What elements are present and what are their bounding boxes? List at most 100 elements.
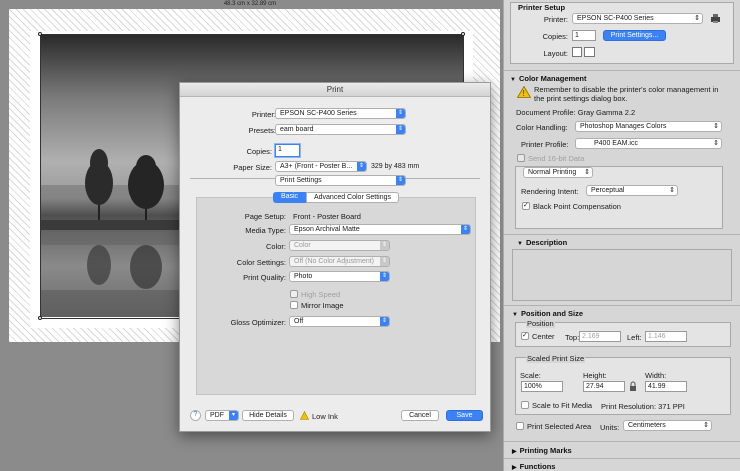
disclosure-triangle-icon: ▼: [510, 77, 516, 83]
position-size-title[interactable]: ▼ Position and Size: [512, 309, 583, 318]
print-quality-select[interactable]: Photo ⇕: [289, 271, 390, 282]
gloss-optimizer-select[interactable]: Off ⇕: [289, 316, 390, 327]
print-dialog: Print Printer: EPSON SC-P400 Series ⇕ Pr…: [179, 82, 491, 432]
copies-input[interactable]: 1: [275, 144, 300, 157]
dialog-titlebar[interactable]: Print: [180, 83, 490, 97]
paper-dimensions-label: 48.3 cm x 32.89 cm: [223, 1, 277, 7]
paper-size-select[interactable]: A3+ (Front - Poster B... ⇕: [275, 161, 367, 172]
description-label: Description: [525, 238, 568, 247]
setup-printer-select[interactable]: EPSON SC-P400 Series ⇕: [572, 13, 703, 24]
description-title[interactable]: ▼ Description: [517, 238, 567, 247]
color-settings-select[interactable]: Off (No Color Adjustment) ⇕: [289, 256, 390, 267]
chevron-updown-icon: ⇕: [713, 123, 719, 130]
color-management-label: Color Management: [518, 74, 587, 83]
printer-profile-select[interactable]: P400 EAM.icc ⇕: [575, 138, 722, 149]
rendering-intent-select[interactable]: Perceptual ⇕: [586, 185, 678, 196]
color-settings-select-value: Off (No Color Adjustment): [294, 258, 375, 265]
setup-printer-select-value: EPSON SC-P400 Series: [577, 15, 654, 22]
presets-label: Presets:: [248, 126, 276, 135]
media-type-select[interactable]: Epson Archival Matte ⇕: [289, 224, 471, 235]
chevron-updown-icon: ⇕: [380, 317, 389, 326]
center-label: Center: [532, 332, 555, 341]
scale-input[interactable]: 100%: [521, 381, 563, 392]
scale-label: Scale:: [520, 371, 541, 380]
left-label: Left:: [627, 333, 642, 342]
color-settings-label: Color Settings:: [236, 258, 286, 267]
high-speed-label: High Speed: [301, 290, 341, 299]
printing-marks-label: Printing Marks: [519, 446, 572, 455]
normal-printing-select[interactable]: Normal Printing ⇕: [523, 167, 593, 178]
color-management-title[interactable]: ▼ Color Management: [510, 74, 586, 83]
low-ink-label: Low Ink: [312, 412, 338, 421]
mirror-image-checkbox[interactable]: [290, 301, 298, 309]
print-section-select[interactable]: Print Settings ⇕: [275, 175, 406, 186]
gloss-optimizer-select-value: Off: [294, 318, 304, 325]
copies-label: Copies:: [246, 147, 272, 156]
chevron-updown-icon: ⇕: [461, 225, 470, 234]
high-speed-checkbox[interactable]: [290, 290, 298, 298]
print-section-select-value: Print Settings: [280, 177, 322, 184]
save-button[interactable]: Save: [446, 410, 483, 421]
document-profile: Document Profile: Gray Gamma 2.2: [516, 108, 636, 117]
disclosure-triangle-icon: ▼: [517, 241, 523, 247]
top-input[interactable]: 2.169: [579, 331, 621, 342]
color-handling-select[interactable]: Photoshop Manages Colors ⇕: [575, 121, 722, 132]
setup-copies-input[interactable]: 1: [572, 30, 596, 41]
chevron-updown-icon: ⇕: [380, 272, 389, 281]
width-label: Width:: [645, 371, 667, 380]
print-settings-button[interactable]: Print Settings...: [603, 30, 666, 41]
functions-title[interactable]: ▶ Functions: [512, 462, 555, 471]
send-16bit-checkbox[interactable]: [517, 154, 525, 162]
height-label: Height:: [583, 371, 607, 380]
resize-handle-top-right[interactable]: [461, 32, 465, 36]
chevron-updown-icon: ⇕: [694, 15, 700, 22]
printer-setup-title: Printer Setup: [518, 3, 566, 12]
tab-basic[interactable]: Basic: [273, 192, 306, 203]
printing-marks-title[interactable]: ▶ Printing Marks: [512, 446, 572, 455]
units-label: Units:: [600, 423, 620, 432]
lock-icon[interactable]: [629, 381, 637, 392]
scale-to-fit-checkbox[interactable]: [521, 401, 529, 409]
top-label: Top:: [565, 333, 580, 342]
color-select[interactable]: Color ⇕: [289, 240, 390, 251]
height-input[interactable]: 27.94: [583, 381, 625, 392]
layout-landscape-icon[interactable]: [584, 47, 595, 57]
gloss-optimizer-label: Gloss Optimizer:: [230, 318, 286, 327]
tab-advanced-color-settings[interactable]: Advanced Color Settings: [306, 192, 399, 203]
color-select-value: Color: [294, 242, 311, 249]
low-ink-warning-icon: [300, 410, 309, 420]
print-quality-select-value: Photo: [294, 273, 313, 280]
disclosure-triangle-icon: ▼: [512, 312, 518, 318]
chevron-updown-icon: ⇕: [380, 257, 389, 266]
presets-select-value: eam board: [280, 126, 314, 133]
left-input[interactable]: 1.146: [645, 331, 687, 342]
center-checkbox[interactable]: [521, 331, 529, 340]
setup-copies-label: Copies:: [542, 32, 568, 41]
layout-portrait-icon[interactable]: [572, 47, 582, 57]
color-label: Color:: [265, 242, 286, 251]
warning-icon: !: [516, 85, 532, 98]
divider: [504, 305, 740, 306]
print-quality-label: Print Quality:: [243, 273, 286, 282]
media-type-select-value: Epson Archival Matte: [294, 226, 360, 233]
chevron-updown-icon: ⇕: [669, 187, 675, 194]
pdf-menu-button[interactable]: PDF ▾: [205, 410, 239, 421]
scaled-print-size-title: Scaled Print Size: [526, 354, 586, 363]
presets-select[interactable]: eam board ⇕: [275, 124, 406, 135]
chevron-updown-icon: ⇕: [396, 125, 405, 134]
hide-details-button[interactable]: Hide Details: [242, 410, 294, 421]
resize-handle-top-left[interactable]: [38, 32, 42, 36]
help-icon[interactable]: ?: [190, 410, 201, 421]
chevron-updown-icon: ⇕: [396, 109, 405, 118]
normal-printing-select-value: Normal Printing: [528, 169, 577, 176]
black-point-checkbox[interactable]: [522, 201, 530, 210]
printer-icon[interactable]: [710, 13, 722, 24]
scale-to-fit-label: Scale to Fit Media: [532, 401, 593, 410]
printer-select[interactable]: EPSON SC-P400 Series ⇕: [275, 108, 406, 119]
width-input[interactable]: 41.99: [645, 381, 687, 392]
resize-handle-bottom-left[interactable]: [38, 316, 42, 320]
paper-size-label: Paper Size:: [233, 163, 272, 172]
units-select[interactable]: Centimeters ⇕: [623, 420, 712, 431]
print-selected-area-checkbox[interactable]: [516, 422, 524, 430]
cancel-button[interactable]: Cancel: [401, 410, 439, 421]
